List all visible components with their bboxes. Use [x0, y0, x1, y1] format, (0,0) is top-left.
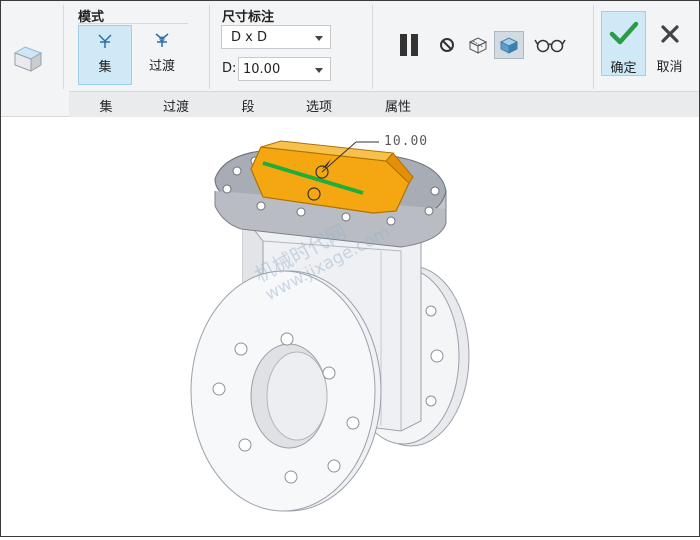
mode-transition-label: 过渡 — [148, 59, 175, 74]
transition-mode-icon — [155, 33, 169, 47]
pause-button[interactable] — [395, 31, 423, 59]
dimension-group-title: 尺寸标注 — [222, 10, 275, 25]
panel-tabs: 集 过渡 段 选项 属性 — [69, 91, 699, 117]
set-mode-icon — [98, 34, 112, 48]
separator — [593, 5, 594, 89]
mode-set-label: 集 — [98, 60, 112, 75]
app-window: 模式 集 过渡 尺寸标注 D x D D: 10.00 确定 取消 集 过渡 段… — [0, 0, 700, 537]
checkmark-icon — [609, 21, 638, 45]
d-value-input[interactable]: 10.00 — [238, 57, 331, 81]
no-preview-button[interactable] — [435, 31, 459, 59]
tab-pieces[interactable]: 段 — [213, 96, 283, 115]
chamfer-feature-icon — [11, 39, 45, 73]
separator — [63, 5, 64, 89]
model-viewport[interactable]: 10.00 机械时代网 www.jixage.com — [1, 117, 699, 536]
chevron-down-icon — [315, 68, 323, 73]
separator — [372, 5, 373, 89]
ok-label: 确定 — [610, 61, 637, 76]
glasses-icon — [534, 39, 566, 53]
d-field-label: D: — [222, 61, 237, 76]
shaded-preview-button[interactable] — [494, 31, 524, 59]
cancel-label: 取消 — [656, 60, 683, 75]
chevron-down-icon — [315, 36, 323, 41]
wireframe-preview-icon — [468, 37, 488, 54]
wireframe-preview-button[interactable] — [464, 31, 492, 59]
valve-model — [190, 140, 470, 512]
separator — [209, 5, 210, 89]
dimension-scheme-dropdown[interactable]: D x D — [221, 25, 331, 49]
dimension-value-label[interactable]: 10.00 — [384, 134, 428, 149]
shaded-preview-icon — [499, 37, 519, 54]
cancel-button[interactable]: 取消 — [647, 11, 692, 76]
no-entry-icon — [440, 38, 454, 52]
d-value-text: 10.00 — [243, 62, 281, 77]
mode-set-button[interactable]: 集 — [78, 25, 132, 85]
mode-transition-button[interactable]: 过渡 — [135, 25, 189, 85]
pause-icon — [400, 34, 418, 56]
tab-properties[interactable]: 属性 — [363, 96, 433, 115]
ribbon-toolbar: 模式 集 过渡 尺寸标注 D x D D: 10.00 确定 取消 集 过渡 段… — [1, 1, 699, 117]
ok-button[interactable]: 确定 — [601, 11, 646, 76]
tab-options[interactable]: 选项 — [284, 96, 354, 115]
tab-transitions[interactable]: 过渡 — [141, 96, 211, 115]
tab-sets[interactable]: 集 — [71, 96, 141, 115]
verify-button[interactable] — [533, 31, 567, 59]
close-icon — [660, 25, 679, 43]
dimension-scheme-value: D x D — [231, 30, 267, 45]
group-title-rule — [78, 23, 188, 24]
